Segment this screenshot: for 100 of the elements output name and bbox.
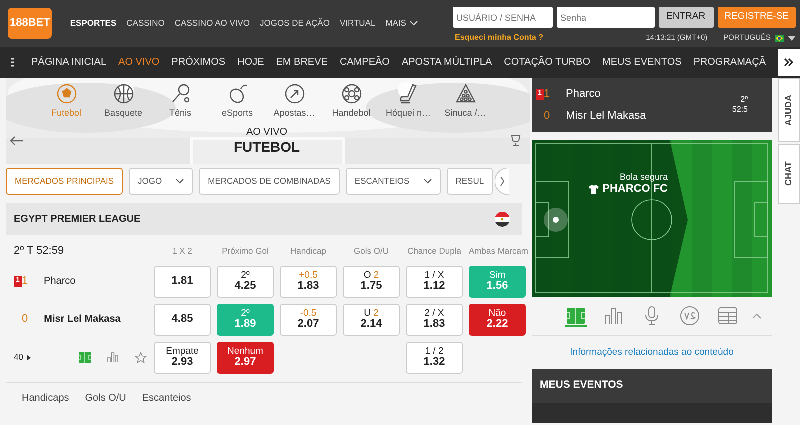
market-filter-button[interactable]: JOGO: [129, 168, 194, 195]
caret-right-icon[interactable]: [27, 354, 32, 360]
double-chevron-icon: [784, 58, 794, 67]
team-name: PHARCO FC: [602, 182, 668, 196]
my-events-title: MEUS EVENTOS: [540, 378, 624, 393]
market-tab[interactable]: Escanteios: [142, 390, 192, 406]
chevron-down-icon: [176, 179, 184, 184]
score-text: 1: [22, 274, 28, 290]
handball-icon: [340, 83, 362, 105]
pitch-icon: [565, 305, 587, 327]
trophy-icon[interactable]: [510, 134, 522, 147]
main-nav-link[interactable]: PROGRAMAÇÃ: [694, 55, 766, 70]
market-tab[interactable]: Gols O/U: [85, 390, 126, 406]
column-header: Gols O/U: [353, 244, 390, 258]
side-tab[interactable]: AJUDA: [778, 78, 800, 142]
main-nav-link[interactable]: EM BREVE: [276, 55, 328, 70]
widget-tab[interactable]: [565, 305, 587, 327]
market-filter-button[interactable]: ESCANTEIOS: [346, 168, 441, 195]
odds-button[interactable]: U 2 2.14: [343, 304, 400, 336]
basketball-icon: [112, 83, 134, 105]
hero-overline: AO VIVO: [245, 126, 289, 138]
top-nav-link[interactable]: CASSINO AO VIVO: [174, 17, 250, 30]
top-nav-link[interactable]: CASSINO: [126, 17, 165, 30]
league-header[interactable]: EGYPT PREMIER LEAGUE: [6, 203, 522, 235]
shirt-icon: [588, 184, 599, 194]
league-name: EGYPT PREMIER LEAGUE: [14, 212, 141, 226]
odds-button[interactable]: Empate 2.93: [154, 342, 211, 374]
caret-icon: [788, 36, 796, 40]
score-text: 1: [544, 87, 550, 102]
market-filter-button[interactable]: MERCADOS PRINCIPAIS: [6, 168, 124, 195]
team-name: Misr Lel Makasa: [566, 108, 646, 124]
sport-tab[interactable]: Hóquei n…: [380, 83, 437, 120]
market-filter-button[interactable]: MERCADOS DE COMBINADAS: [199, 168, 340, 195]
column-header: Próximo Gol: [221, 244, 270, 258]
main-nav-link[interactable]: COTAÇÃO TURBO: [504, 55, 590, 70]
odds-button[interactable]: 2º 4.25: [217, 266, 274, 298]
stats-icon[interactable]: [107, 352, 120, 363]
sport-tab[interactable]: Tênis: [152, 83, 209, 120]
side-tab[interactable]: CHAT: [778, 144, 800, 204]
sport-tab[interactable]: Sinuca /…: [437, 83, 494, 120]
scroll-right-button[interactable]: [778, 49, 800, 76]
period-text: 2º: [740, 94, 748, 105]
main-nav-link[interactable]: PÁGINA INICIAL: [32, 55, 107, 70]
odds-button[interactable]: +0.5 1.83: [280, 266, 337, 298]
main-nav-link[interactable]: HOJE: [238, 55, 264, 70]
sport-tab[interactable]: Basquete: [95, 83, 152, 120]
widget-tab[interactable]: [717, 305, 739, 327]
hero-title: FUTEBOL: [232, 138, 302, 156]
table-icon: [717, 305, 739, 327]
more-markets-link[interactable]: 40: [14, 351, 24, 364]
pitch-icon[interactable]: [79, 352, 92, 363]
odds-button[interactable]: O 2 1.75: [343, 266, 400, 298]
star-icon[interactable]: [135, 352, 148, 364]
odds-button[interactable]: -0.5 2.07: [280, 304, 337, 336]
top-nav-link[interactable]: JOGOS DE AÇÃO: [260, 17, 330, 30]
menu-icon[interactable]: [11, 58, 14, 67]
flag-icon: [775, 34, 784, 42]
forgot-account-link[interactable]: Esqueci minha Conta ?: [455, 32, 544, 44]
main-nav-link[interactable]: APOSTA MÚLTIPLA: [402, 55, 492, 70]
chevron-down-icon: [410, 21, 418, 26]
password-field[interactable]: Senha: [556, 7, 655, 28]
sport-tab[interactable]: Handebol: [323, 83, 380, 120]
column-header: Ambas Marcam: [469, 244, 526, 258]
sport-tab[interactable]: Apostas…: [266, 83, 323, 120]
score-text: 0: [544, 108, 550, 124]
column-header: 1 X 2: [172, 244, 194, 258]
market-tab[interactable]: Handicaps: [22, 390, 70, 406]
related-info-link[interactable]: Informações relacionadas ao conteúdo: [570, 347, 734, 358]
possession-status: Bola segura: [618, 172, 668, 183]
odds-button[interactable]: 2 / X 1.83: [406, 304, 463, 336]
odds-button[interactable]: 4.85: [154, 304, 211, 336]
top-nav-link[interactable]: VIRTUAL: [340, 17, 376, 30]
odds-button[interactable]: 1 / X 1.12: [406, 266, 463, 298]
hockey-stick-icon: [398, 83, 420, 105]
score-text: 0: [22, 312, 28, 328]
chevron-down-icon: [424, 179, 432, 184]
odds-button[interactable]: Nenhum 2.97: [217, 342, 274, 374]
column-header: Chance Dupla: [406, 244, 462, 258]
main-nav-link[interactable]: AO VIVO: [118, 55, 160, 70]
team-name: Pharco: [44, 275, 76, 289]
main-nav-link[interactable]: MEUS EVENTOS: [602, 55, 682, 70]
collapse-icon[interactable]: [752, 313, 762, 319]
ball-icon: [56, 83, 78, 105]
match-clock: 52:5: [732, 105, 748, 116]
top-nav-link[interactable]: ESPORTES: [70, 17, 117, 30]
username-field[interactable]: USUÁRIO / SENHA: [452, 7, 553, 28]
odds-button[interactable]: 1.81: [154, 266, 211, 298]
main-nav-link[interactable]: CAMPEÃO: [340, 55, 390, 70]
back-arrow-icon[interactable]: [10, 136, 24, 146]
column-header: Handicap: [290, 244, 328, 258]
login-button[interactable]: ENTRAR: [658, 7, 714, 28]
versus-icon: [679, 305, 701, 327]
main-nav-link[interactable]: PRÓXIMOS: [172, 55, 226, 70]
period-text: 2º T 52:59: [14, 244, 66, 259]
top-nav-link[interactable]: MAIS: [386, 17, 418, 30]
sport-tab[interactable]: eSports: [209, 83, 266, 120]
odds-button[interactable]: 1 / 2 1.32: [406, 342, 463, 374]
widget-tab[interactable]: [679, 305, 701, 327]
flag-icon: [495, 212, 510, 226]
odds-button[interactable]: Não 2.22: [469, 304, 526, 336]
